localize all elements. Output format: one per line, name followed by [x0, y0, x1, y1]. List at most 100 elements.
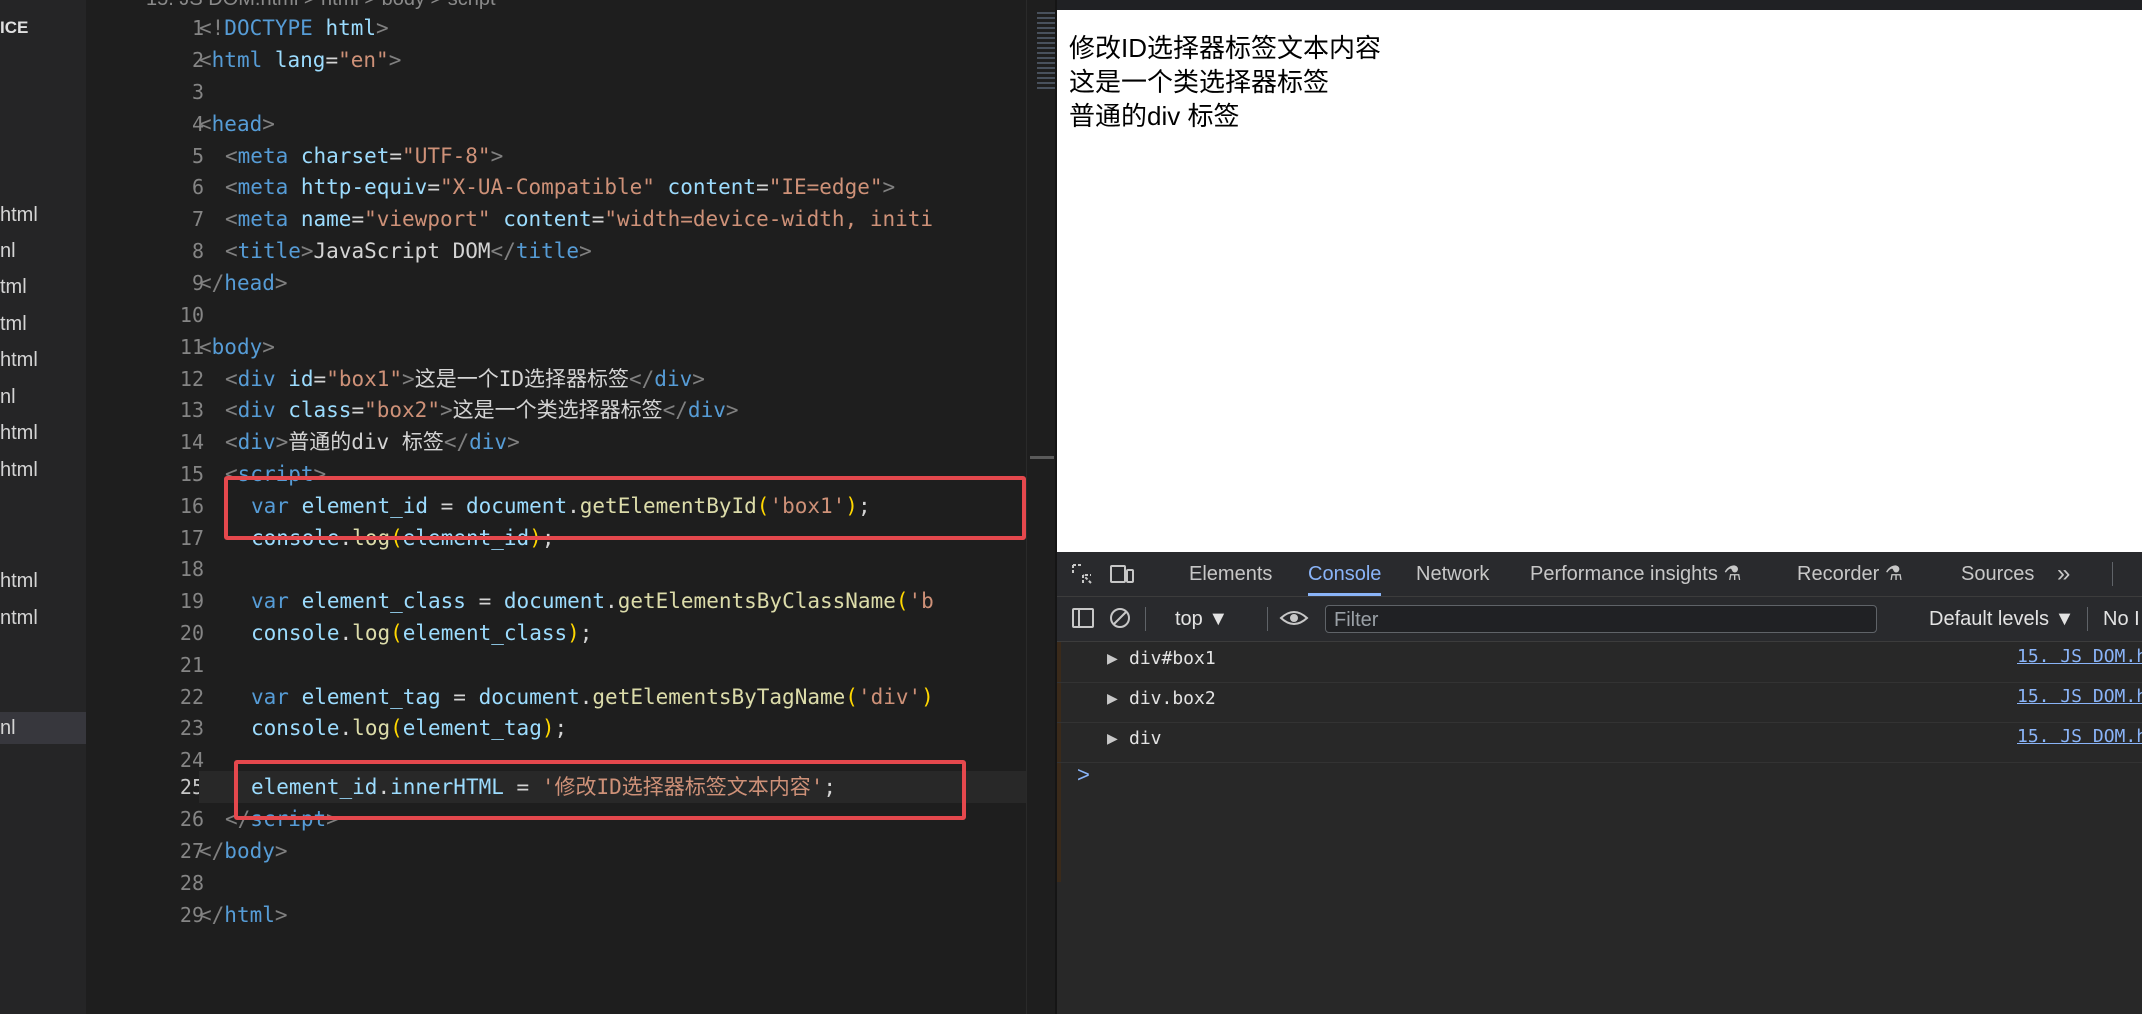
- expand-triangle-icon[interactable]: ▶: [1107, 730, 1118, 747]
- code-line[interactable]: <head>: [199, 108, 1029, 140]
- more-tabs-icon[interactable]: »: [2057, 552, 2070, 596]
- code-token: </: [199, 839, 225, 863]
- explorer-file[interactable]: html: [0, 454, 86, 486]
- code-line[interactable]: <meta http-equiv="X-UA-Compatible" conte…: [199, 171, 1055, 203]
- eye-icon[interactable]: [1279, 606, 1309, 630]
- toolbar-divider: [2087, 607, 2088, 631]
- explorer-file[interactable]: html: [0, 565, 86, 597]
- code-token: .: [579, 685, 593, 709]
- console-log-entry[interactable]: ▶ div#box1 15. JS DOM.h: [1057, 642, 2142, 683]
- sidebar-toggle-icon[interactable]: [1071, 606, 1097, 630]
- console-log-entry[interactable]: ▶ div.box2 15. JS DOM.h: [1057, 682, 2142, 723]
- clear-console-icon[interactable]: [1107, 606, 1133, 630]
- log-message[interactable]: div: [1129, 728, 1162, 749]
- code-token: >: [274, 839, 288, 863]
- code-token: content: [490, 207, 592, 231]
- code-line[interactable]: <html lang="en">: [199, 44, 1029, 76]
- code-token: =: [756, 175, 769, 199]
- tab-performance-insights[interactable]: Performance insights ⚗: [1530, 552, 1741, 596]
- explorer-file[interactable]: html: [0, 417, 86, 449]
- code-line[interactable]: <div>普通的div 标签</div>: [199, 426, 1055, 458]
- code-token: "X-UA-Compatible": [439, 175, 655, 199]
- console-prompt[interactable]: >: [1077, 762, 1090, 788]
- code-token: getElementsByTagName: [592, 685, 846, 709]
- expand-triangle-icon[interactable]: ▶: [1107, 650, 1118, 667]
- code-token: div: [687, 398, 726, 422]
- tab-recorder[interactable]: Recorder ⚗: [1797, 552, 1903, 596]
- explorer-file-active[interactable]: nl: [0, 712, 86, 744]
- code-token: <: [225, 175, 238, 199]
- code-line[interactable]: <div class="box2">这是一个类选择器标签</div>: [199, 394, 1055, 426]
- explorer-file[interactable]: tml: [0, 308, 86, 340]
- code-line[interactable]: </head>: [199, 267, 1029, 299]
- devtools-panel: Elements Console Network Performance ins…: [1057, 552, 2142, 1014]
- dropdown-arrow-icon: ▼: [2054, 608, 2075, 630]
- line-number: 18: [179, 557, 204, 581]
- code-line[interactable]: </body>: [199, 835, 1029, 867]
- inspect-element-icon[interactable]: [1069, 562, 1095, 586]
- log-source-link[interactable]: 15. JS DOM.h: [2017, 686, 2142, 707]
- issues-count[interactable]: No I: [2103, 597, 2140, 641]
- code-line[interactable]: <title>JavaScript DOM</title>: [199, 235, 1055, 267]
- code-token: getElementsByClassName: [617, 589, 896, 613]
- log-source-link[interactable]: 15. JS DOM.h: [2017, 646, 2142, 667]
- explorer-sidebar: ICE html nl tml tml html nl html html ht…: [0, 0, 86, 1014]
- code-line[interactable]: <!DOCTYPE html>: [199, 12, 1029, 44]
- line-number: 6: [191, 175, 204, 199]
- line-number: 26: [179, 807, 204, 831]
- code-token: <: [199, 48, 212, 72]
- code-line[interactable]: </html>: [199, 899, 1029, 931]
- code-line[interactable]: console.log(element_tag);: [199, 712, 1081, 744]
- tab-elements[interactable]: Elements: [1189, 552, 1272, 596]
- code-token: document: [503, 589, 606, 613]
- scrollbar-marker[interactable]: [1030, 456, 1054, 459]
- tab-sources[interactable]: Sources: [1961, 552, 2034, 596]
- code-token: charset: [288, 144, 390, 168]
- explorer-file[interactable]: html: [0, 344, 86, 376]
- code-token: meta: [237, 175, 289, 199]
- explorer-file[interactable]: tml: [0, 271, 86, 303]
- tab-console[interactable]: Console: [1308, 552, 1382, 596]
- explorer-file[interactable]: html: [0, 199, 86, 231]
- code-line[interactable]: var element_tag = document.getElementsBy…: [199, 681, 1081, 713]
- expand-triangle-icon[interactable]: ▶: [1107, 690, 1118, 707]
- explorer-file[interactable]: nl: [0, 235, 86, 267]
- code-editor[interactable]: 15. JS DOM.html > html > body > script 1…: [86, 0, 1117, 1014]
- code-line[interactable]: var element_class = document.getElements…: [199, 585, 1081, 617]
- code-line[interactable]: <div id="box1">这是一个ID选择器标签</div>: [199, 363, 1055, 395]
- code-token: <: [225, 398, 238, 422]
- log-source-link[interactable]: 15. JS DOM.h: [2017, 726, 2142, 747]
- log-message[interactable]: div#box1: [1129, 648, 1216, 669]
- context-label: top: [1175, 608, 1203, 630]
- line-number: 10: [179, 303, 204, 327]
- code-token: >: [402, 367, 415, 391]
- explorer-file[interactable]: nl: [0, 381, 86, 413]
- log-message[interactable]: div.box2: [1129, 688, 1216, 709]
- code-line[interactable]: console.log(element_class);: [199, 617, 1081, 649]
- line-number: 2: [191, 48, 204, 72]
- tab-label: Recorder: [1797, 563, 1880, 585]
- code-line[interactable]: <meta charset="UTF-8">: [199, 140, 1055, 172]
- code-line[interactable]: <meta name="viewport" content="width=dev…: [199, 203, 1055, 235]
- line-number: 28: [179, 871, 204, 895]
- code-token: ): [541, 716, 555, 740]
- code-token: http-equiv: [288, 175, 428, 199]
- flask-icon: ⚗: [1723, 563, 1742, 585]
- device-toolbar-icon[interactable]: [1109, 562, 1135, 586]
- code-token: >: [262, 335, 275, 359]
- console-log-entry[interactable]: ▶ div 15. JS DOM.h: [1057, 722, 2142, 763]
- console-filter-input[interactable]: Filter: [1325, 605, 1877, 633]
- explorer-file[interactable]: ntml: [0, 602, 86, 634]
- toolbar-divider: [2112, 562, 2113, 586]
- code-token: =: [351, 398, 365, 422]
- context-selector[interactable]: top ▼: [1175, 597, 1228, 641]
- code-token: >: [376, 16, 389, 40]
- code-token: .: [339, 716, 353, 740]
- code-token: class: [275, 398, 352, 422]
- log-levels-dropdown[interactable]: Default levels ▼: [1929, 597, 2074, 641]
- code-token: "IE=edge": [768, 175, 883, 199]
- code-token: "viewport": [364, 207, 491, 231]
- breadcrumb[interactable]: 15. JS DOM.html > html > body > script: [146, 0, 496, 11]
- code-line[interactable]: <body>: [199, 331, 1029, 363]
- tab-network[interactable]: Network: [1416, 552, 1489, 596]
